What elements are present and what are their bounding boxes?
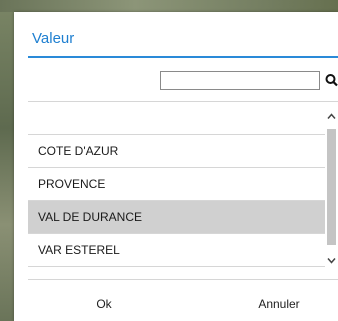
value-dialog: Valeur COTE D'AZUR PROVENCE VAL DE DURAN… (14, 12, 338, 321)
list-item[interactable] (28, 102, 325, 135)
scrollbar-thumb[interactable] (327, 129, 336, 245)
title-underline (28, 56, 338, 58)
list-item-selected[interactable]: VAL DE DURANCE (28, 201, 325, 234)
dialog-title: Valeur (32, 30, 75, 47)
background-map (0, 0, 14, 321)
list-item[interactable]: VAR ESTEREL (28, 234, 325, 267)
list-scrollbar[interactable] (325, 102, 338, 272)
list-item[interactable]: PROVENCE (28, 168, 325, 201)
list-item[interactable]: COTE D'AZUR (28, 135, 325, 168)
cancel-button[interactable]: Annuler (239, 292, 319, 316)
ok-button[interactable]: Ok (74, 292, 134, 316)
search-icon[interactable] (325, 70, 338, 90)
background-map-top (0, 0, 338, 12)
chevron-down-icon[interactable] (325, 254, 338, 267)
chevron-up-icon[interactable] (325, 110, 338, 123)
search-input[interactable] (160, 71, 320, 90)
value-list: COTE D'AZUR PROVENCE VAL DE DURANCE VAR … (28, 102, 338, 272)
footer-divider (28, 279, 338, 280)
